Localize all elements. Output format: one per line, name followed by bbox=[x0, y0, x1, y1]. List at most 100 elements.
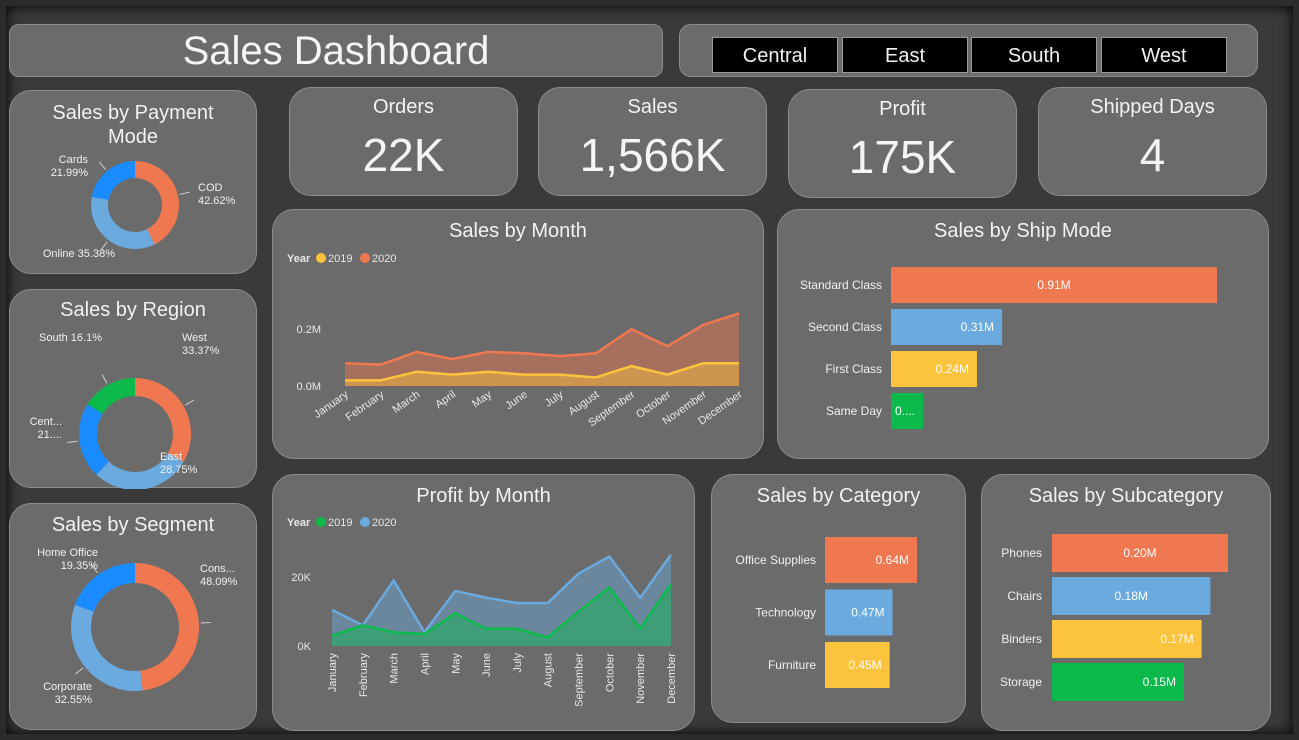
kpi-orders-card: Orders 22K bbox=[289, 87, 518, 196]
bar-value-label-0: 0.91M bbox=[1037, 278, 1070, 292]
legend-label-2020: 2020 bbox=[372, 517, 396, 529]
donut-label-0: COD 42.62% bbox=[198, 182, 236, 207]
legend-marker-2019 bbox=[316, 517, 326, 527]
bar-value-label-0: 0.20M bbox=[1123, 546, 1156, 560]
donut-leader-1 bbox=[75, 667, 84, 675]
donut-label-2: Home Office 19.35% bbox=[37, 547, 98, 572]
donut-label-1: Online 35.38% bbox=[43, 248, 115, 260]
bar-value-label-1: 0.47M bbox=[851, 606, 884, 620]
donut-slice-1 bbox=[71, 604, 143, 691]
donut-label-1: Corporate 32.55% bbox=[43, 681, 92, 706]
bar-value-label-3: 0.... bbox=[895, 404, 915, 418]
category-card: Sales by Category Office Supplies 0.64M Te… bbox=[711, 474, 966, 723]
x-tick-label-september: September bbox=[574, 653, 586, 707]
x-tick-label-may: May bbox=[450, 653, 462, 674]
bar-category-label-3: Storage bbox=[1000, 675, 1042, 689]
bar-category-label-2: Furniture bbox=[768, 658, 816, 672]
x-tick-label-june: June bbox=[481, 653, 493, 677]
donut-slice-2 bbox=[79, 404, 109, 475]
bar-category-label-0: Standard Class bbox=[800, 278, 882, 292]
bar-category-label-1: Technology bbox=[755, 606, 816, 620]
ship-mode-bar-chart: Standard Class 0.91M Second Class 0.31M Firs… bbox=[800, 267, 1217, 429]
y-tick-label-1: 0K bbox=[298, 641, 312, 653]
bar-value-label-0: 0.64M bbox=[876, 553, 909, 567]
bar-value-label-2: 0.24M bbox=[936, 362, 969, 376]
x-tick-label-july: July bbox=[543, 388, 566, 409]
payment-mode-card: Sales by Payment Mode COD 42.62% Online 35… bbox=[9, 90, 257, 274]
kpi-shipped-card: Shipped Days 4 bbox=[1038, 87, 1267, 196]
donut-label-0: West 33.37% bbox=[182, 332, 220, 357]
kpi-shipped-value: 4 bbox=[1139, 129, 1166, 181]
payment-mode-donut-chart: COD 42.62% Online 35.38% Cards 21.99% bbox=[43, 154, 236, 260]
filter-central-button[interactable]: Central bbox=[712, 37, 838, 73]
donut-leader-2 bbox=[67, 440, 78, 443]
bar-value-label-1: 0.31M bbox=[961, 320, 994, 334]
title-panel: Sales Dashboard bbox=[9, 24, 663, 77]
bar-value-label-1: 0.18M bbox=[1115, 589, 1148, 603]
page-title: Sales Dashboard bbox=[182, 29, 490, 73]
kpi-sales-value: 1,566K bbox=[579, 129, 726, 181]
donut-leader-0 bbox=[185, 399, 195, 406]
donut-label-3: South 16.1% bbox=[39, 332, 102, 344]
subcategory-card: Sales by Subcategory Phones 0.20M Chairs 0.… bbox=[981, 474, 1271, 731]
legend-marker-2019 bbox=[316, 253, 326, 263]
donut-slice-2 bbox=[91, 161, 135, 200]
kpi-orders-value: 22K bbox=[362, 129, 445, 181]
filter-west-button[interactable]: West bbox=[1101, 37, 1227, 73]
donut-slice-0 bbox=[135, 378, 191, 463]
y-tick-label-1: 0.0M bbox=[297, 381, 321, 393]
segment-card: Sales by Segment Cons... 48.09% Corporate 3… bbox=[9, 503, 257, 730]
x-tick-label-may: May bbox=[470, 388, 494, 410]
kpi-profit-label: Profit bbox=[879, 98, 926, 120]
donut-label-2: Cards 21.99% bbox=[51, 154, 89, 179]
subcategory-bar-chart: Phones 0.20M Chairs 0.18M Binders 0.17M Storag… bbox=[1000, 534, 1228, 701]
profit-by-month-card: Profit by Month Year 2019 2020 20K 0K January… bbox=[272, 474, 695, 731]
filter-east-button[interactable]: East bbox=[842, 37, 968, 73]
x-tick-label-december: December bbox=[666, 653, 678, 704]
bar-category-label-3: Same Day bbox=[826, 404, 882, 418]
bar-value-label-2: 0.45M bbox=[848, 658, 881, 672]
donut-label-0: Cons... 48.09% bbox=[200, 563, 238, 588]
x-tick-label-january: January bbox=[327, 653, 339, 693]
region-slicer: Central East South West bbox=[679, 24, 1258, 77]
donut-label-2: Cent... 21.... bbox=[30, 416, 62, 441]
x-tick-label-november: November bbox=[635, 653, 647, 704]
donut-slice-3 bbox=[87, 378, 135, 414]
legend-marker-2020 bbox=[360, 517, 370, 527]
bar-value-label-2: 0.17M bbox=[1160, 632, 1193, 646]
filter-south-button[interactable]: South bbox=[971, 37, 1097, 73]
donut-label-1: East 28.75% bbox=[160, 451, 198, 476]
y-tick-label-0: 0.2M bbox=[297, 324, 321, 336]
x-tick-label-march: March bbox=[390, 389, 422, 416]
segment-donut-chart: Cons... 48.09% Corporate 32.55% Home Office 1… bbox=[37, 547, 238, 706]
legend-title: Year bbox=[287, 517, 311, 529]
x-tick-label-october: October bbox=[604, 653, 616, 692]
kpi-orders-label: Orders bbox=[372, 96, 435, 118]
sales-by-month-area-chart: Year 2019 20200.2M0.0MJanuaryFebruary March… bbox=[287, 253, 745, 429]
y-tick-label-0: 20K bbox=[291, 572, 311, 584]
x-tick-label-june: June bbox=[503, 389, 529, 413]
bar-category-label-0: Phones bbox=[1001, 546, 1042, 560]
kpi-sales-card: Sales 1,566K bbox=[538, 87, 767, 196]
bar-category-label-0: Office Supplies bbox=[736, 553, 817, 567]
x-tick-label-august: August bbox=[543, 653, 555, 687]
donut-slice-0 bbox=[135, 563, 199, 691]
profit-by-month-area-chart: Year 2019 2020 20K 0K January February March Apr… bbox=[287, 517, 678, 707]
region-card: Sales by Region West 33.37% East 28.75% Cent… bbox=[9, 289, 257, 489]
bar-category-label-2: Binders bbox=[1001, 632, 1042, 646]
x-tick-label-march: March bbox=[389, 653, 401, 684]
kpi-profit-value: 175K bbox=[848, 131, 957, 183]
donut-leader-2 bbox=[98, 161, 107, 170]
region-donut-chart: West 33.37% East 28.75% Cent... 21.... South 1… bbox=[30, 332, 220, 489]
legend-label-2019: 2019 bbox=[328, 517, 352, 529]
x-tick-label-april: April bbox=[419, 653, 431, 675]
kpi-shipped-label: Shipped Days bbox=[1090, 96, 1215, 118]
x-tick-label-february: February bbox=[358, 653, 370, 698]
x-tick-label-april: April bbox=[433, 389, 458, 411]
sales-by-month-card: Sales by Month Year 2019 2020 0.2M 0.0M Janua… bbox=[272, 209, 764, 459]
donut-leader-0 bbox=[200, 621, 211, 624]
bar-value-label-3: 0.15M bbox=[1143, 675, 1176, 689]
kpi-sales-label: Sales bbox=[627, 96, 678, 118]
donut-leader-0 bbox=[179, 191, 190, 195]
donut-slice-1 bbox=[91, 196, 155, 249]
